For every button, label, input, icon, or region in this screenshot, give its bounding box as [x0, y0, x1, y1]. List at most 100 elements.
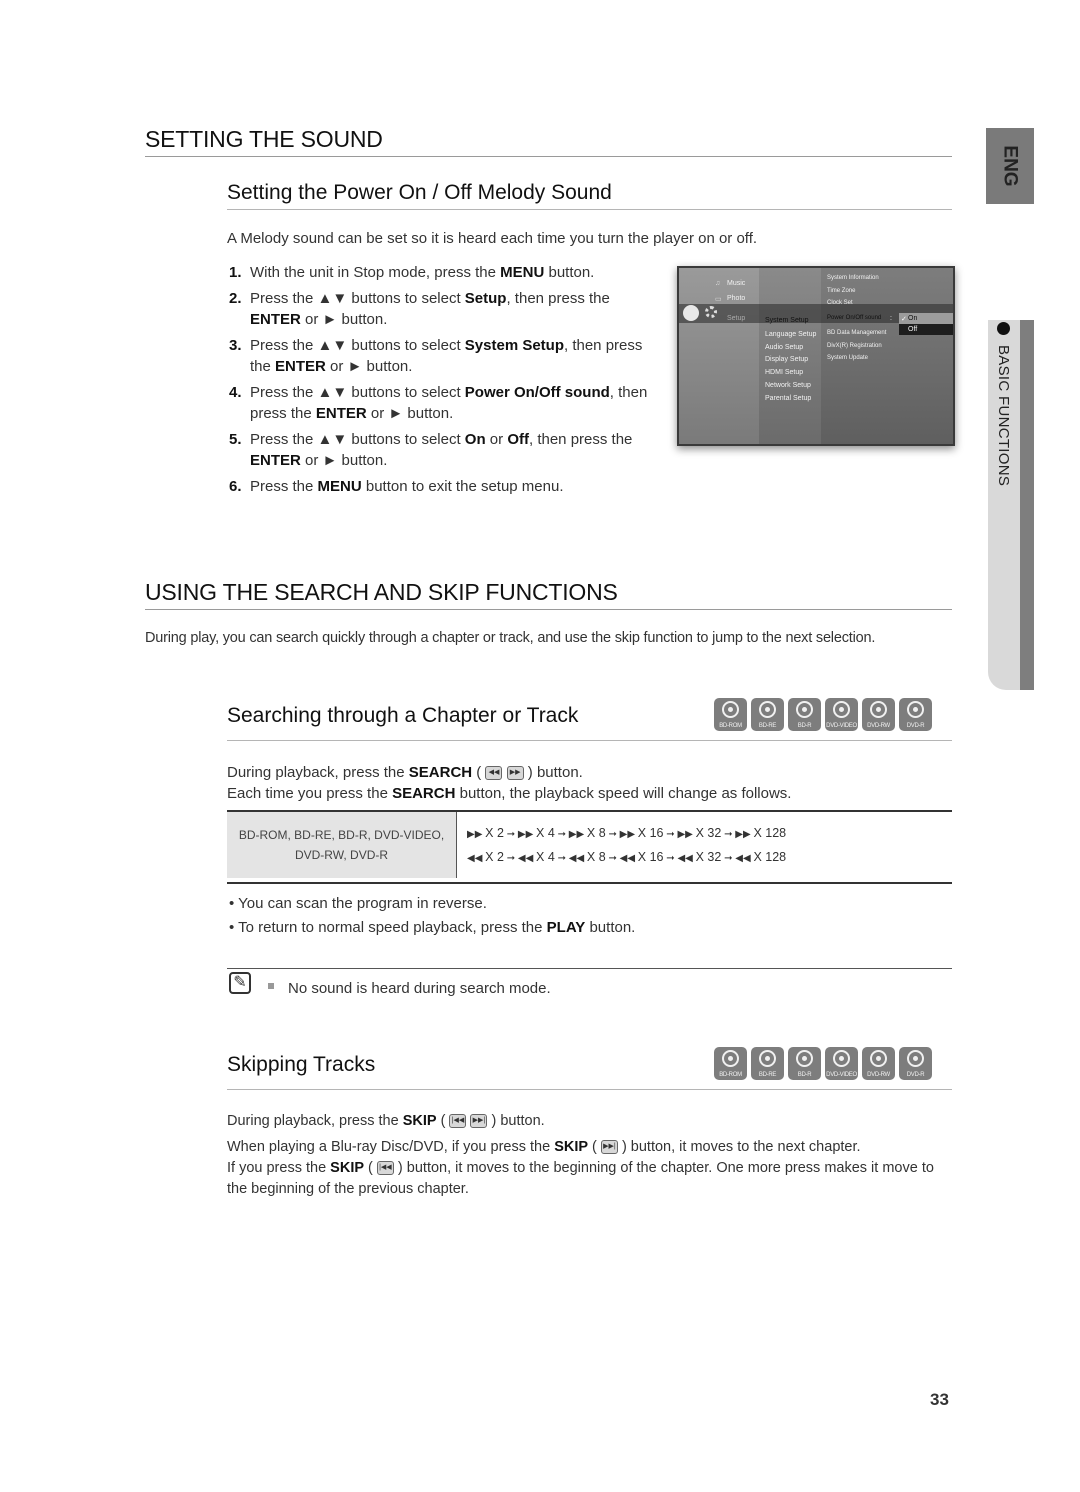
note-divider — [227, 968, 952, 969]
rewind-icon: ◀◀ — [735, 853, 754, 864]
gear-icon — [705, 306, 717, 318]
search-key: SEARCH — [408, 764, 473, 781]
speed-value: X 2 — [485, 826, 504, 840]
speed-value: X 128 — [753, 850, 787, 864]
melody-intro: A Melody sound can be set so it is heard… — [227, 230, 758, 247]
step-item: 6. Press the MENU button to exit the setu… — [229, 476, 659, 497]
step-text: Press the MENU button to exit the setup … — [250, 476, 564, 497]
skip-description: When playing a Blu-ray Disc/DVD, if you … — [227, 1137, 952, 1200]
disc-type-icon: BD-ROM — [714, 698, 747, 731]
disc-type-icon: BD-ROM — [714, 1047, 747, 1080]
key-label: ENTER — [315, 405, 367, 422]
key-label: Power On/Off sound — [464, 384, 610, 401]
speed-value: X 8 — [586, 850, 606, 864]
text: or ► button. — [366, 405, 454, 422]
text: ( — [364, 1160, 377, 1176]
rewind-icon: ◀◀ — [568, 853, 587, 864]
key-label: MENU — [317, 478, 362, 495]
disc-icon — [722, 1050, 739, 1067]
language-tab-label-wrap: ENG — [986, 128, 1034, 204]
speed-value: X 32 — [695, 850, 722, 864]
note-icon: ✎ — [229, 972, 251, 994]
disc-icon — [870, 701, 887, 718]
disc-type-icon: DVD-VIDEO — [825, 698, 858, 731]
skip-forward-button-icon: ▶▶| — [470, 1114, 488, 1129]
disc-type-label: DVD-RW — [867, 1072, 890, 1078]
arrow-icon: ➞ — [721, 829, 736, 840]
text: ) button. — [523, 764, 583, 781]
key-label: Off — [507, 431, 529, 448]
search-speed-note: Each time you press the SEARCH button, t… — [227, 783, 791, 804]
menu-separator: : — [890, 315, 892, 322]
text: button. — [585, 919, 636, 936]
text: During playback, press the — [227, 1113, 403, 1129]
chapter-tab-strip — [1020, 320, 1034, 690]
text: , then press the — [529, 431, 633, 448]
fast-forward-icon: ▶▶ — [735, 829, 754, 840]
fast-forward-button-icon: ▶▶ — [506, 766, 524, 781]
disc-type-icon: DVD-R — [899, 1047, 932, 1080]
subsection-divider — [227, 209, 952, 210]
arrow-icon: ➞ — [663, 829, 678, 840]
subsection-title-skip: Skipping Tracks — [227, 1053, 376, 1076]
setup-menu-item: HDMI Setup — [765, 369, 804, 377]
arrow-icon: ➞ — [554, 853, 569, 864]
disc-type-label: BD-R — [797, 1072, 812, 1078]
media-cell: BD-ROM, BD-RE, BD-R, DVD-VIDEO, DVD-RW, … — [227, 812, 457, 878]
text: ) button. — [487, 1113, 545, 1129]
skip-back-button-icon: |◀◀ — [376, 1161, 394, 1176]
setup-menu-item: Language Setup — [765, 331, 817, 338]
setup-menu-item: System Setup — [765, 317, 809, 324]
text: ( — [588, 1139, 601, 1155]
step-text: Press the ▲▼ buttons to select Setup, th… — [250, 288, 659, 330]
option-on-label: On — [908, 315, 918, 322]
chapter-tab-label: BASIC FUNCTIONS — [995, 345, 1012, 487]
text: button, the playback speed will change a… — [455, 785, 792, 802]
text: During playback, press the — [227, 764, 409, 781]
disc-type-label: BD-ROM — [719, 1072, 742, 1078]
system-menu-item: Clock Set — [827, 300, 853, 307]
menu-item-music: Music — [727, 280, 746, 287]
system-menu-item: Power On/Off sound — [827, 315, 882, 321]
fast-forward-icon: ▶▶ — [619, 829, 638, 840]
disc-type-label: DVD-RW — [867, 723, 890, 729]
key-label: MENU — [500, 264, 545, 281]
language-tab-label: ENG — [1000, 145, 1021, 187]
arrow-icon: ➞ — [503, 853, 518, 864]
setup-menu-screenshot: ♫ ▭ Music Photo Setup System Setup Langua… — [677, 266, 955, 446]
disc-icon — [796, 1050, 813, 1067]
arrow-icon: ➞ — [503, 829, 518, 840]
text: ( — [436, 1113, 450, 1129]
arrow-icon: ➞ — [554, 829, 569, 840]
disc-icon — [759, 1050, 776, 1067]
disc-type-icons-skip: BD-ROM BD-RE BD-R DVD-VIDEO DVD-RW DVD-R — [714, 1047, 932, 1080]
text: Press the ▲▼ buttons to select — [250, 337, 465, 354]
step-number: 2. — [229, 290, 242, 307]
music-icon: ♫ — [715, 280, 721, 287]
key-label: ENTER — [275, 358, 326, 375]
text: With the unit in Stop mode, press the — [250, 264, 501, 281]
setup-menu-item: Audio Setup — [765, 343, 804, 351]
section-title-setting-sound: SETTING THE SOUND — [145, 126, 383, 152]
disc-icon — [833, 1050, 850, 1067]
step-number: 6. — [229, 478, 242, 495]
page-number: 33 — [930, 1390, 949, 1409]
section-title-search-skip: USING THE SEARCH AND SKIP FUNCTIONS — [145, 579, 618, 605]
speed-value: X 4 — [536, 850, 555, 864]
setup-menu-item: Network Setup — [765, 381, 811, 389]
fast-forward-icon: ▶▶ — [568, 829, 587, 840]
text: button. — [544, 264, 595, 281]
subsection-divider — [227, 1089, 952, 1090]
arrow-icon: ➞ — [663, 853, 678, 864]
speed-cell: ▶▶ X 2 ➞ ▶▶ X 4 ➞ ▶▶ X 8 ➞ ▶▶ X 16 ➞ ▶▶ … — [467, 822, 786, 870]
chapter-bullet-icon — [997, 322, 1010, 335]
media-line: DVD-RW, DVD-R — [294, 848, 389, 862]
text: ) button, it moves to the next chapter. — [617, 1139, 861, 1155]
skip-key: SKIP — [554, 1139, 589, 1155]
rewind-button-icon: ◀◀ — [485, 766, 503, 781]
disc-type-icon: BD-R — [788, 1047, 821, 1080]
disc-type-icon: DVD-RW — [862, 1047, 895, 1080]
arrow-icon: ➞ — [605, 829, 620, 840]
search-key: SEARCH — [392, 785, 456, 802]
disc-icon — [870, 1050, 887, 1067]
